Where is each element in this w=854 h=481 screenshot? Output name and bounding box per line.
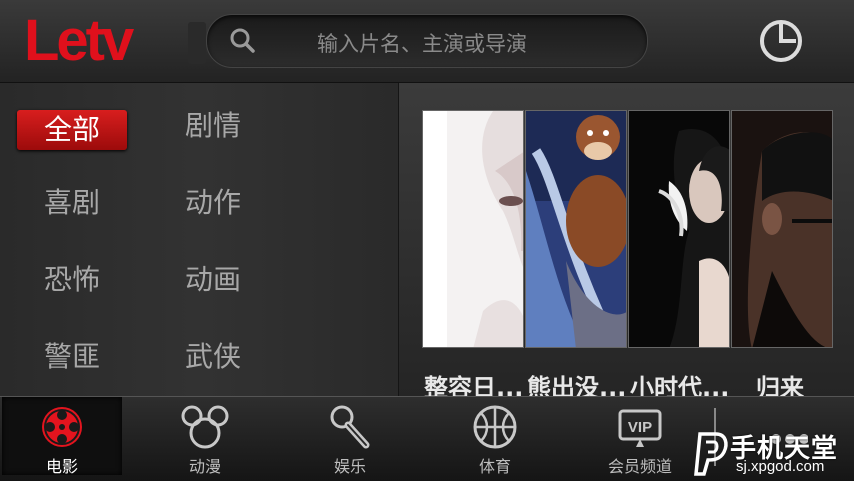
- poster-item[interactable]: [731, 110, 833, 348]
- watermark-logo-icon: [694, 432, 728, 476]
- poster-image: [629, 111, 729, 347]
- clock-icon[interactable]: [758, 18, 804, 64]
- microphone-icon: [330, 405, 370, 449]
- category-wuxia[interactable]: 武侠: [158, 337, 268, 377]
- tab-anime[interactable]: 动漫: [145, 397, 265, 476]
- category-action[interactable]: 动作: [158, 183, 268, 223]
- category-comedy[interactable]: 喜剧: [17, 183, 127, 223]
- tab-label: 娱乐: [333, 457, 366, 476]
- poster-image: [423, 111, 523, 347]
- poster-item[interactable]: [422, 110, 524, 348]
- letv-logo[interactable]: Letv: [24, 10, 134, 72]
- watermark-url: sj.xpgod.com: [736, 458, 825, 475]
- poster-item[interactable]: [525, 110, 627, 348]
- tab-label: 会员频道: [607, 457, 672, 476]
- tab-label: 动漫: [188, 457, 221, 476]
- tab-movie[interactable]: 电影: [2, 397, 122, 476]
- film-reel-icon: [42, 407, 82, 447]
- poster-image: [732, 111, 832, 347]
- tab-label: 体育: [478, 457, 511, 476]
- category-horror[interactable]: 恐怖: [17, 260, 127, 300]
- category-drama[interactable]: 剧情: [158, 106, 268, 146]
- top-bar: Letv 输入片名、主演或导演: [0, 0, 854, 83]
- logo-tail: [188, 22, 206, 64]
- mouse-ears-icon: [181, 405, 229, 449]
- tab-vip[interactable]: VIP 会员频道: [580, 397, 700, 476]
- search-icon: [230, 28, 255, 53]
- category-all[interactable]: 全部: [17, 110, 127, 150]
- poster-image: [526, 111, 626, 347]
- category-animation[interactable]: 动画: [158, 260, 268, 300]
- vip-icon: VIP: [618, 409, 662, 447]
- watermark: 手机天堂 sj.xpgod.com: [690, 428, 854, 480]
- search-box[interactable]: 输入片名、主演或导演: [206, 14, 648, 68]
- tab-entertainment[interactable]: 娱乐: [290, 397, 410, 476]
- tab-label: 电影: [45, 457, 78, 476]
- svg-text:VIP: VIP: [628, 419, 652, 436]
- search-placeholder[interactable]: 输入片名、主演或导演: [317, 28, 527, 58]
- category-police[interactable]: 警匪: [17, 337, 127, 377]
- basketball-icon: [473, 405, 517, 449]
- poster-item[interactable]: [628, 110, 730, 348]
- tab-sports[interactable]: 体育: [435, 397, 555, 476]
- category-panel: 全部 剧情 喜剧 动作 恐怖 动画 警匪 武侠: [0, 83, 398, 396]
